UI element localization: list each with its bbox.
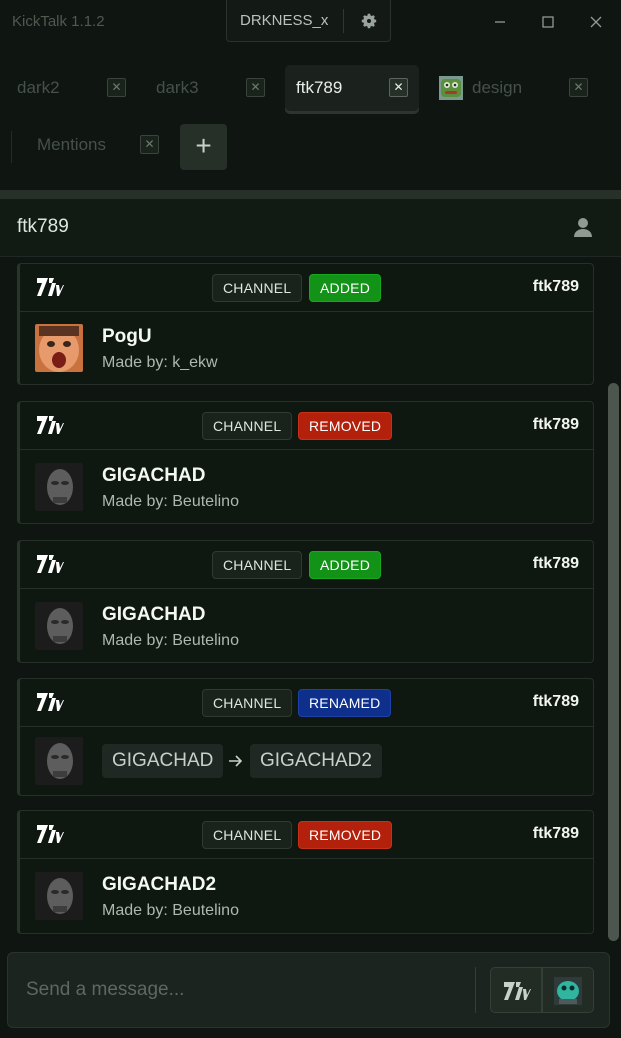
emote-name: GIGACHAD <box>102 465 206 486</box>
message-header: CHANNEL REMOVED ftk789 <box>20 811 593 859</box>
emote-name: PogU <box>102 326 152 347</box>
tab-label: ftk789 <box>296 78 343 97</box>
emote-rename-message: CHANNEL RENAMED ftk789 GIGACHAD GIGACHAD… <box>17 678 594 796</box>
message-header: CHANNEL REMOVED ftk789 <box>20 402 593 450</box>
emote-author: Made by: Beutelino <box>102 902 239 919</box>
7tv-logo-icon <box>37 693 64 711</box>
message-username[interactable]: ftk789 <box>533 825 579 843</box>
action-badge: ADDED <box>309 274 382 302</box>
7tv-logo-icon <box>37 416 64 434</box>
message-username[interactable]: ftk789 <box>533 693 579 711</box>
app-title: KickTalk 1.1.2 <box>12 13 105 30</box>
pepe-icon <box>439 76 463 100</box>
7tv-logo-icon <box>37 555 64 573</box>
message-input[interactable] <box>26 975 466 1005</box>
emote-update-message: CHANNEL REMOVED ftk789 GIGACHAD2 Made by… <box>17 810 594 934</box>
title-bar: KickTalk 1.1.2 DRKNESS_x <box>0 0 621 44</box>
emote-picker-button[interactable] <box>542 967 594 1013</box>
action-badge: RENAMED <box>298 689 392 717</box>
emote-image[interactable] <box>35 324 83 372</box>
tab-label: dark2 <box>17 78 60 97</box>
emote-update-message: CHANNEL REMOVED ftk789 GIGACHAD Made by:… <box>17 401 594 524</box>
scope-badge: CHANNEL <box>202 412 293 440</box>
emote-name: GIGACHAD2 <box>102 874 217 895</box>
tab-ftk789[interactable]: ftk789 ✕ <box>285 65 419 111</box>
emote-image[interactable] <box>35 737 83 785</box>
message-username[interactable]: ftk789 <box>533 278 579 296</box>
tab-label: design <box>472 78 523 97</box>
emote-image[interactable] <box>35 602 83 650</box>
message-header: CHANNEL ADDED ftk789 <box>20 264 593 312</box>
channel-name: ftk789 <box>17 216 69 237</box>
tab-dark3[interactable]: dark3 ✕ <box>145 65 270 111</box>
emoji-icon <box>554 977 582 1005</box>
7tv-logo-icon <box>504 982 531 1000</box>
action-badge: REMOVED <box>298 821 393 849</box>
tab-design[interactable]: design ✕ <box>432 65 592 111</box>
username[interactable]: DRKNESS_x <box>240 12 328 29</box>
7tv-emotes-button[interactable] <box>490 967 542 1013</box>
action-badge: REMOVED <box>298 412 393 440</box>
channel-header: ftk789 <box>0 199 621 257</box>
message-username[interactable]: ftk789 <box>533 555 579 573</box>
pogu-emote-icon <box>35 324 83 372</box>
emote-author: Made by: Beutelino <box>102 493 239 510</box>
divider <box>0 190 621 199</box>
gigachad-emote-icon <box>35 463 83 511</box>
tab-close-button[interactable]: ✕ <box>389 78 408 97</box>
emote-image[interactable] <box>35 463 83 511</box>
tab-dark2[interactable]: dark2 ✕ <box>6 65 131 111</box>
message-header: CHANNEL RENAMED ftk789 <box>20 679 593 727</box>
emote-update-message: CHANNEL ADDED ftk789 PogU Made by: k_ekw <box>17 263 594 385</box>
maximize-icon[interactable] <box>538 12 558 32</box>
kicktalk-window: KickTalk 1.1.2 DRKNESS_x dark2 ✕ dark3 ✕… <box>0 0 621 1038</box>
gigachad-emote-icon <box>35 737 83 785</box>
tab-close-button[interactable]: ✕ <box>569 78 588 97</box>
gigachad-emote-icon <box>35 872 83 920</box>
divider <box>11 131 12 163</box>
emote-name: GIGACHAD <box>102 604 206 625</box>
scrollbar-thumb[interactable] <box>608 383 619 941</box>
tab-close-button[interactable]: ✕ <box>107 78 126 97</box>
gear-icon[interactable] <box>359 11 379 31</box>
emote-author: Made by: k_ekw <box>102 354 218 371</box>
user-icon[interactable] <box>572 216 594 238</box>
tab-label: Mentions <box>37 135 106 154</box>
7tv-logo-icon <box>37 278 64 296</box>
tab-label: dark3 <box>156 78 199 97</box>
message-header: CHANNEL ADDED ftk789 <box>20 541 593 589</box>
emote-author: Made by: Beutelino <box>102 632 239 649</box>
scope-badge: CHANNEL <box>202 689 293 717</box>
emote-update-message: CHANNEL ADDED ftk789 GIGACHAD Made by: B… <box>17 540 594 663</box>
divider <box>475 967 476 1013</box>
emote-image[interactable] <box>35 872 83 920</box>
tab-close-button[interactable]: ✕ <box>246 78 265 97</box>
tab-mentions[interactable]: Mentions ✕ <box>25 122 165 168</box>
user-menu[interactable]: DRKNESS_x <box>226 0 391 42</box>
add-tab-button[interactable]: + <box>180 124 227 170</box>
message-username[interactable]: ftk789 <box>533 416 579 434</box>
action-badge: ADDED <box>309 551 382 579</box>
tab-close-button[interactable]: ✕ <box>140 135 159 154</box>
scope-badge: CHANNEL <box>212 274 303 302</box>
old-emote-name: GIGACHAD <box>102 744 224 778</box>
close-icon[interactable] <box>586 12 606 32</box>
arrow-right-icon <box>229 755 243 767</box>
7tv-logo-icon <box>37 825 64 843</box>
new-emote-name: GIGACHAD2 <box>250 744 382 778</box>
minimize-icon[interactable] <box>490 12 510 32</box>
divider <box>343 9 344 33</box>
scope-badge: CHANNEL <box>212 551 303 579</box>
scope-badge: CHANNEL <box>202 821 293 849</box>
message-composer <box>7 952 610 1028</box>
chat-messages: CHANNEL ADDED ftk789 PogU Made by: k_ekw <box>0 257 621 947</box>
gigachad-emote-icon <box>35 602 83 650</box>
